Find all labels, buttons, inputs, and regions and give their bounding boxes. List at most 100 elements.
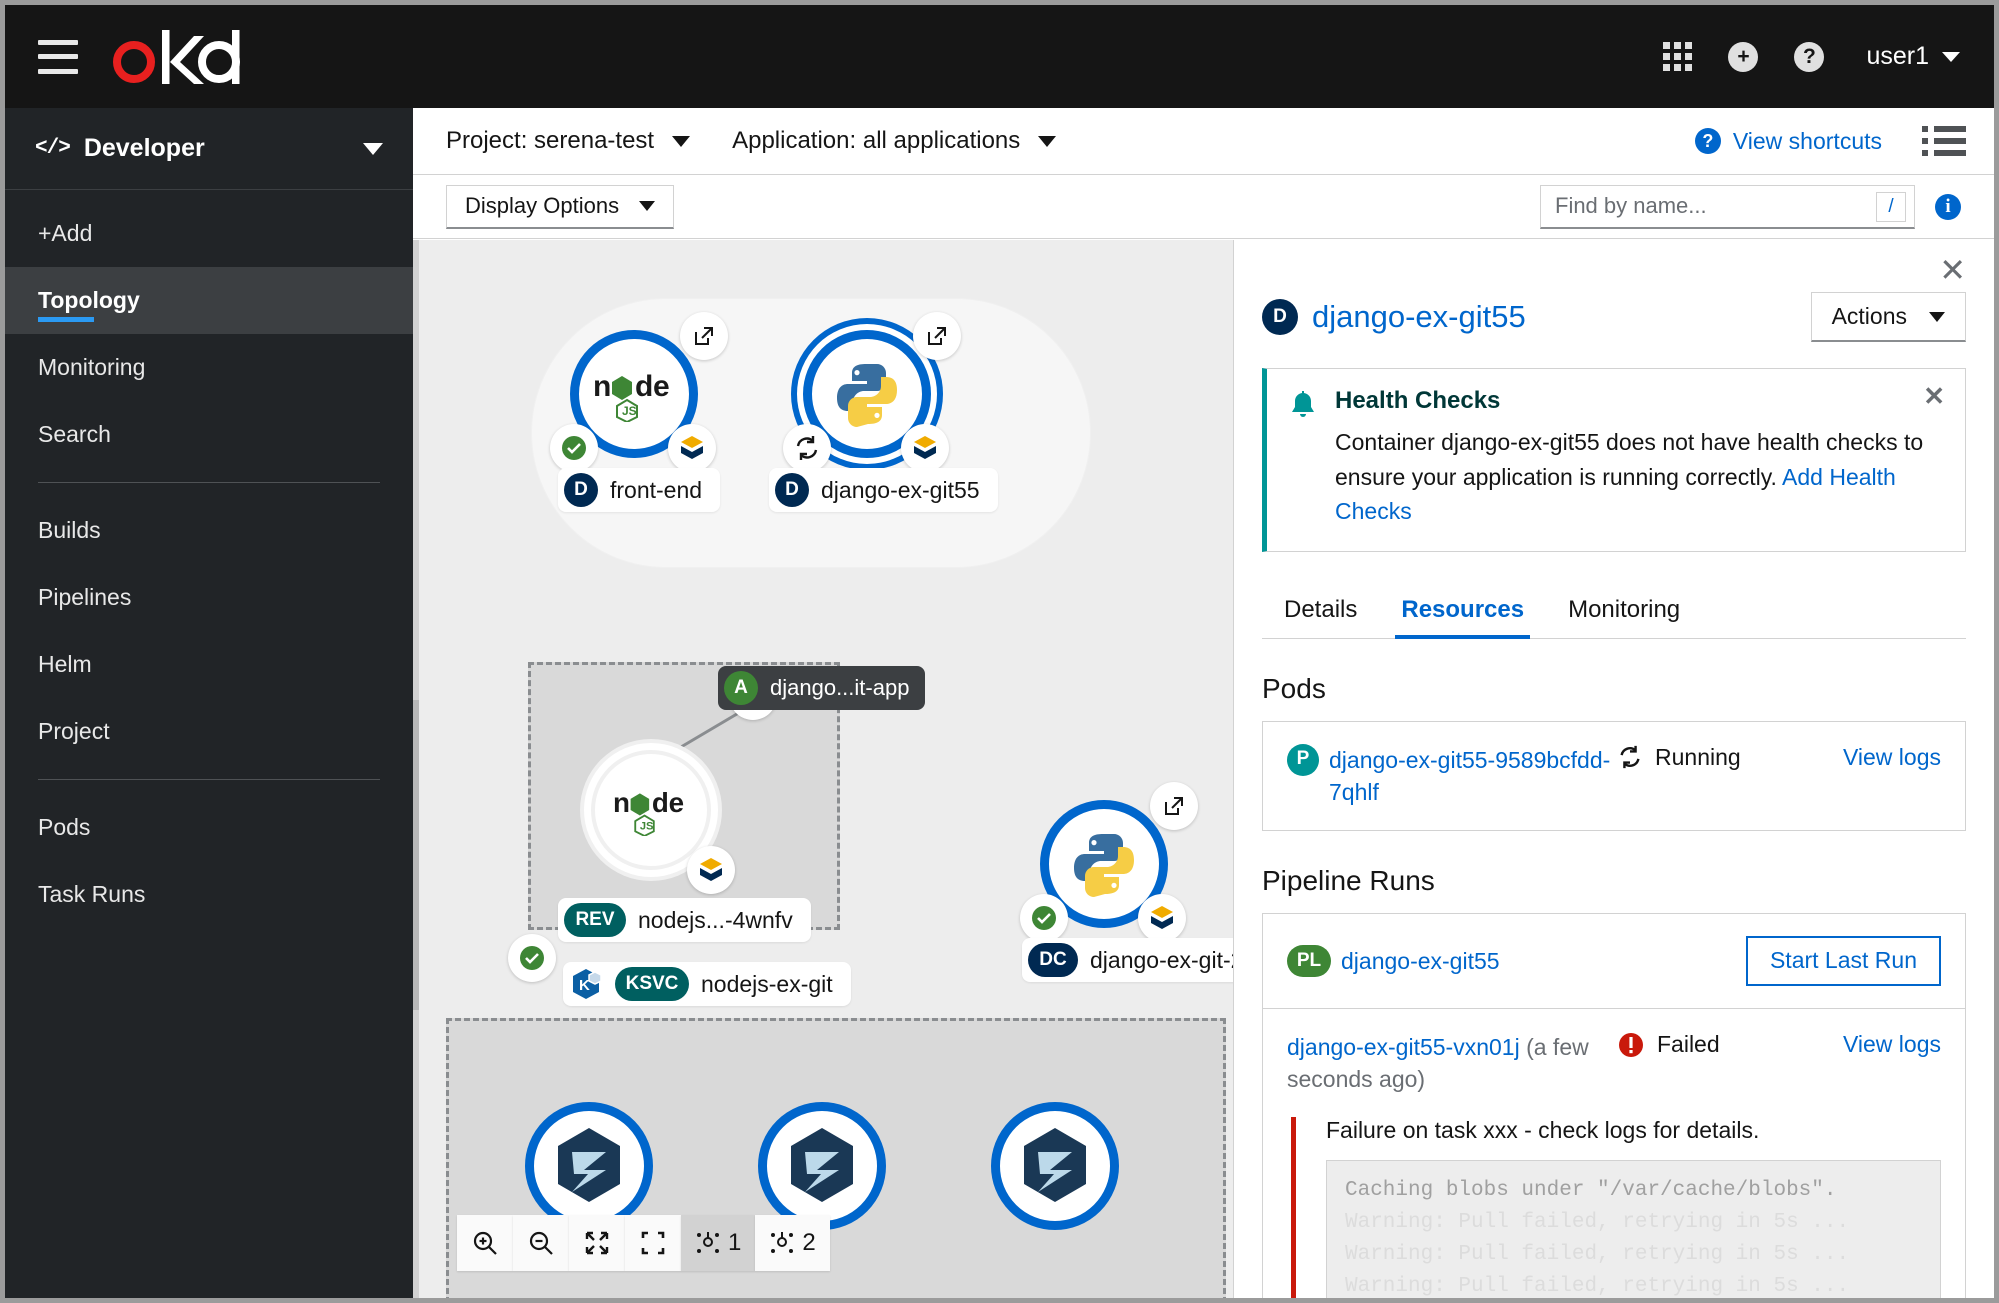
tab-monitoring[interactable]: Monitoring [1546, 582, 1702, 638]
log-output[interactable]: Caching blobs under "/var/cache/blobs". … [1326, 1160, 1941, 1298]
node-circle[interactable] [758, 1102, 886, 1230]
sidebar-item-task-runs[interactable]: Task Runs [5, 861, 413, 928]
node-name: django-ex-git55 [821, 476, 980, 503]
node-label[interactable]: REV nodejs...-4wnfv [558, 898, 811, 942]
topology-node-django-ex-git55[interactable]: D django-ex-git55 [769, 312, 998, 512]
pod-status-text: Running [1655, 743, 1741, 770]
topology-node-front-end[interactable]: n d e JS D front-end [550, 312, 728, 512]
node-circle[interactable] [991, 1102, 1119, 1230]
external-link-icon[interactable] [913, 312, 961, 360]
tab-resources[interactable]: Resources [1379, 582, 1546, 639]
node-label[interactable]: D django-ex-git55 [769, 468, 998, 512]
pipeline-name-text: django-ex-git55 [1341, 947, 1500, 974]
python-logo-icon [837, 364, 897, 427]
display-options-label: Display Options [465, 193, 620, 218]
nodejs-logo-icon: n d e JS [613, 787, 684, 836]
close-icon[interactable]: ✕ [1923, 383, 1945, 409]
panel-title-text[interactable]: django-ex-git55 [1312, 299, 1526, 335]
topology-node-revision[interactable]: n d e JS REV nodejs...-4wnfv [558, 750, 811, 942]
node-circle[interactable] [525, 1102, 653, 1230]
actions-button[interactable]: Actions [1810, 292, 1966, 342]
pipeline-run-status: Failed [1617, 1031, 1843, 1059]
sidebar-item-project[interactable]: Project [5, 698, 413, 765]
hamburger-menu-icon[interactable] [38, 39, 78, 74]
build-icon[interactable] [668, 424, 716, 472]
zoom-out-icon[interactable] [513, 1215, 569, 1271]
failure-message: Failure on task xxx - check logs for det… [1326, 1117, 1760, 1144]
info-circle-icon[interactable]: i [1935, 193, 1961, 220]
view-shortcuts-link[interactable]: ? View shortcuts [1694, 128, 1882, 155]
sidebar-item-label: +Add [38, 220, 93, 246]
node-label[interactable]: D front-end [558, 468, 721, 512]
topology-canvas[interactable]: n d e JS D front-end D django-ex-git55 A… [413, 240, 1233, 1298]
pipeline-name[interactable]: PL django-ex-git55 [1287, 944, 1617, 977]
sidebar-item-builds[interactable]: Builds [5, 497, 413, 564]
sync-icon [1617, 744, 1643, 770]
knative-service-label[interactable]: K KSVC nodejs-ex-git [563, 962, 851, 1006]
user-menu[interactable]: user1 [1866, 42, 1966, 71]
pipeline-run-name[interactable]: django-ex-git55-vxn01j (a few seconds ag… [1287, 1031, 1617, 1095]
check-circle-icon [508, 934, 556, 982]
view-logs-link[interactable]: View logs [1843, 744, 1941, 771]
chevron-down-icon [1038, 135, 1057, 147]
topology-node-partial-3[interactable] [991, 1102, 1119, 1230]
log-line: Caching blobs under "/var/cache/blobs". [1345, 1179, 1837, 1203]
sidebar-item-label: Task Runs [38, 881, 146, 907]
close-icon[interactable]: ✕ [1939, 254, 1966, 286]
sidebar-item-pods[interactable]: Pods [5, 794, 413, 861]
sidebar-item-add[interactable]: +Add [5, 200, 413, 267]
active-indicator [38, 317, 94, 322]
search-input[interactable]: Find by name... / [1540, 184, 1915, 229]
sidebar-divider [38, 779, 380, 780]
application-badge: A [724, 671, 758, 705]
node-name: nodejs-ex-git [701, 970, 833, 997]
pipeline-run-status-text: Failed [1657, 1031, 1720, 1058]
topology-group-button-2[interactable]: 2 [755, 1215, 830, 1271]
pod-name[interactable]: P django-ex-git55-9589bcfdd-7qhlf [1287, 743, 1617, 808]
check-circle-icon [550, 424, 598, 472]
topology-node-partial-1[interactable] [525, 1102, 653, 1230]
chevron-down-icon [363, 142, 383, 155]
sidebar-item-search[interactable]: Search [5, 401, 413, 468]
sidebar-item-topology[interactable]: Topology [5, 267, 413, 334]
canvas-scrollbar[interactable] [413, 240, 419, 1298]
sidebar-item-monitoring[interactable]: Monitoring [5, 334, 413, 401]
topology-node-django-ex-git-2[interactable]: DC django-ex-git-2 [1020, 782, 1233, 982]
perspective-switcher[interactable]: </> Developer [5, 108, 413, 190]
zoom-in-icon[interactable] [457, 1215, 513, 1271]
project-selector[interactable]: Project: serena-test [446, 127, 691, 155]
external-link-icon[interactable] [680, 312, 728, 360]
application-label: Application: all applications [732, 127, 1021, 154]
expand-icon[interactable] [625, 1215, 681, 1271]
svg-text:d: d [652, 787, 669, 818]
topology-node-partial-2[interactable] [758, 1102, 886, 1230]
build-icon[interactable] [687, 846, 735, 894]
okd-logo[interactable] [108, 28, 260, 86]
build-icon[interactable] [1138, 894, 1186, 942]
external-link-icon[interactable] [1150, 782, 1198, 830]
sidebar-item-pipelines[interactable]: Pipelines [5, 564, 413, 631]
start-last-run-button[interactable]: Start Last Run [1745, 935, 1941, 986]
node-circle[interactable]: n d e JS [591, 750, 711, 870]
list-view-icon[interactable] [1922, 126, 1966, 156]
question-circle-icon[interactable]: ? [1776, 24, 1842, 90]
application-group-chip[interactable]: A django...it-app [718, 666, 926, 710]
sidebar-item-label: Topology [38, 287, 140, 313]
node-badge: D [564, 473, 598, 507]
health-checks-alert: ✕ Health Checks Container django-ex-git5… [1262, 368, 1966, 552]
scrollbar-thumb[interactable] [413, 700, 419, 1010]
application-selector[interactable]: Application: all applications [732, 127, 1057, 155]
build-icon[interactable] [901, 424, 949, 472]
display-options-button[interactable]: Display Options [446, 184, 675, 229]
svg-text:e: e [669, 787, 684, 818]
plus-circle-icon[interactable]: + [1710, 24, 1776, 90]
tab-details[interactable]: Details [1262, 582, 1379, 638]
node-label[interactable]: DC django-ex-git-2 [1022, 938, 1233, 982]
topology-group-button-1[interactable]: 1 [681, 1215, 756, 1271]
table-row: django-ex-git55-vxn01j (a few seconds ag… [1263, 1007, 1965, 1117]
sidebar-item-helm[interactable]: Helm [5, 631, 413, 698]
fit-to-screen-icon[interactable] [569, 1215, 625, 1271]
grid-apps-icon[interactable] [1644, 24, 1710, 90]
chevron-down-icon [1942, 51, 1960, 62]
view-logs-link[interactable]: View logs [1843, 1031, 1941, 1058]
